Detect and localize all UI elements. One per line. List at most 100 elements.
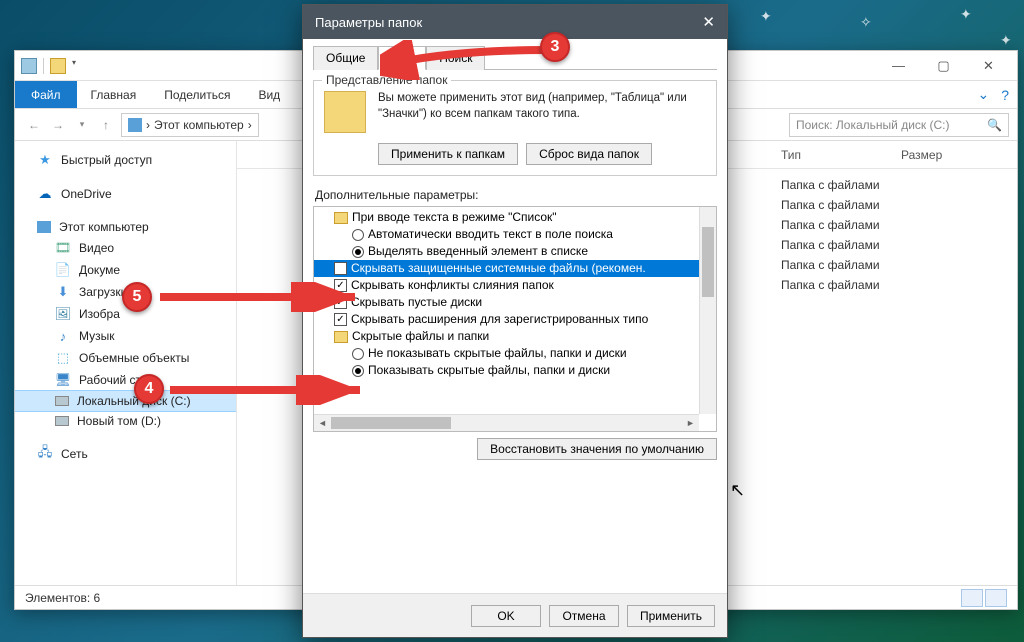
folder-icon [334,212,348,224]
pc-icon [37,221,51,233]
list-item[interactable]: Папка с файлами [767,215,1017,235]
sidebar-this-pc[interactable]: Этот компьютер [15,217,236,237]
folder-options-dialog: Параметры папок ✕ Общие Вид Поиск Предст… [302,4,728,638]
ribbon-expand-icon[interactable]: ⌄ [977,81,989,108]
quick-access-toolbar: ▾ [21,58,76,74]
annotation-pin-3: 3 [540,32,570,62]
reset-folders-button[interactable]: Сброс вида папок [526,143,652,165]
restore-defaults-button[interactable]: Восстановить значения по умолчанию [477,438,717,460]
picture-icon: 🖼 [55,306,71,322]
sidebar-documents[interactable]: 📄Докуме [15,259,236,281]
ok-button[interactable]: OK [471,605,541,627]
cloud-icon: ☁ [37,186,53,202]
tree-check-hide-extensions[interactable]: ✓Скрывать расширения для зарегистрирован… [314,311,716,328]
tree-check-hide-conflicts[interactable]: ✓Скрывать конфликты слияния папок [314,277,716,294]
dialog-tabs: Общие Вид Поиск [313,45,717,70]
video-icon: 🎞 [55,240,71,256]
apply-button[interactable]: Применить [627,605,715,627]
view-details-button[interactable] [961,589,983,607]
search-input[interactable]: Поиск: Локальный диск (C:) 🔍 [789,113,1009,137]
dialog-close-button[interactable]: ✕ [702,13,715,31]
nav-forward-icon[interactable]: → [47,114,69,136]
advanced-settings-label: Дополнительные параметры: [315,188,717,202]
maximize-button[interactable]: ▢ [921,52,966,80]
tree-check-hide-protected[interactable]: Скрывать защищенные системные файлы (рек… [314,260,716,277]
ribbon-file-tab[interactable]: Файл [15,81,77,108]
tree-check-hide-empty-drives[interactable]: ✓Скрывать пустые диски [314,294,716,311]
sidebar-drive-d[interactable]: Новый том (D:) [15,411,236,431]
tab-search[interactable]: Поиск [426,46,485,70]
folder-icon[interactable] [50,58,66,74]
sidebar-quick-access[interactable]: ★Быстрый доступ [15,149,236,171]
folder-view-description: Вы можете применить этот вид (например, … [378,91,706,122]
annotation-pin-5: 5 [122,282,152,312]
sidebar-music[interactable]: ♪Музык [15,325,236,347]
minimize-button[interactable]: — [876,52,921,80]
breadcrumb-root[interactable]: Этот компьютер [154,118,244,132]
search-icon[interactable]: 🔍 [987,118,1002,132]
col-size[interactable]: Размер [887,148,956,162]
status-item-count: Элементов: 6 [25,591,100,605]
tree-radio-dont-show-hidden[interactable]: Не показывать скрытые файлы, папки и дис… [314,345,716,362]
tab-view[interactable]: Вид [378,46,426,70]
drive-icon [55,396,69,406]
ribbon-share-tab[interactable]: Поделиться [150,81,244,108]
checkbox-icon[interactable]: ✓ [334,296,347,309]
radio-icon[interactable] [352,229,364,241]
dialog-footer: OK Отмена Применить [303,593,727,637]
tree-vertical-scrollbar[interactable] [699,207,716,414]
dialog-titlebar[interactable]: Параметры папок ✕ [303,5,727,39]
checkbox-icon[interactable] [334,262,347,275]
tree-group-hidden-files[interactable]: Скрытые файлы и папки [314,328,716,345]
breadcrumb[interactable]: › Этот компьютер › [121,113,259,137]
scroll-right-icon[interactable]: ► [682,415,699,431]
breadcrumb-sep: › [146,118,150,132]
col-type[interactable]: Тип [767,148,887,162]
nav-recent-icon[interactable]: ▾ [71,114,93,136]
tree-horizontal-scrollbar[interactable]: ◄ ► [314,414,699,431]
nav-back-icon[interactable]: ← [23,114,45,136]
list-item[interactable]: Папка с файлами [767,195,1017,215]
list-item[interactable]: Папка с файлами [767,275,1017,295]
list-item[interactable]: Папка с файлами [767,175,1017,195]
tree-radio-auto-search[interactable]: Автоматически вводить текст в поле поиск… [314,226,716,243]
checkbox-icon[interactable]: ✓ [334,279,347,292]
radio-icon[interactable] [352,365,364,377]
doc-icon: 📄 [55,262,71,278]
close-button[interactable]: ✕ [966,52,1011,80]
group-title: Представление папок [322,73,451,87]
tab-general[interactable]: Общие [313,46,378,70]
nav-up-icon[interactable]: ↑ [95,114,117,136]
apply-to-folders-button[interactable]: Применить к папкам [378,143,518,165]
sidebar-network[interactable]: 🖧Сеть [15,443,236,465]
drive-icon [21,58,37,74]
checkbox-icon[interactable]: ✓ [334,313,347,326]
cube-icon: ⬚ [55,350,71,366]
radio-icon[interactable] [352,348,364,360]
ribbon-home-tab[interactable]: Главная [77,81,151,108]
list-item[interactable]: Папка с файлами [767,235,1017,255]
sidebar-drive-c[interactable]: Локальный диск (C:) [15,391,236,411]
scroll-left-icon[interactable]: ◄ [314,415,331,431]
tree-radio-select-typed[interactable]: Выделять введенный элемент в списке [314,243,716,260]
ribbon-view-tab[interactable]: Вид [244,81,294,108]
folder-icon [334,331,348,343]
radio-icon[interactable] [352,246,364,258]
dropdown-icon[interactable]: ▾ [72,58,76,74]
list-item[interactable]: Папка с файлами [767,255,1017,275]
view-icons-button[interactable] [985,589,1007,607]
sidebar-desktop[interactable]: 🖥Рабочий стол [15,369,236,391]
advanced-settings-tree[interactable]: При вводе текста в режиме "Список" Автом… [313,206,717,432]
cancel-button[interactable]: Отмена [549,605,619,627]
sidebar-3d-objects[interactable]: ⬚Объемные объекты [15,347,236,369]
help-icon[interactable]: ? [1001,81,1009,108]
tree-radio-show-hidden[interactable]: Показывать скрытые файлы, папки и диски [314,362,716,379]
search-placeholder: Поиск: Локальный диск (C:) [796,118,949,132]
sidebar-onedrive[interactable]: ☁OneDrive [15,183,236,205]
download-icon: ⬇ [55,284,71,300]
music-icon: ♪ [55,328,71,344]
sidebar-videos[interactable]: 🎞Видео [15,237,236,259]
tree-group-list-typing[interactable]: При вводе текста в режиме "Список" [314,209,716,226]
breadcrumb-sep2: › [248,118,252,132]
qat-separator [43,58,44,74]
